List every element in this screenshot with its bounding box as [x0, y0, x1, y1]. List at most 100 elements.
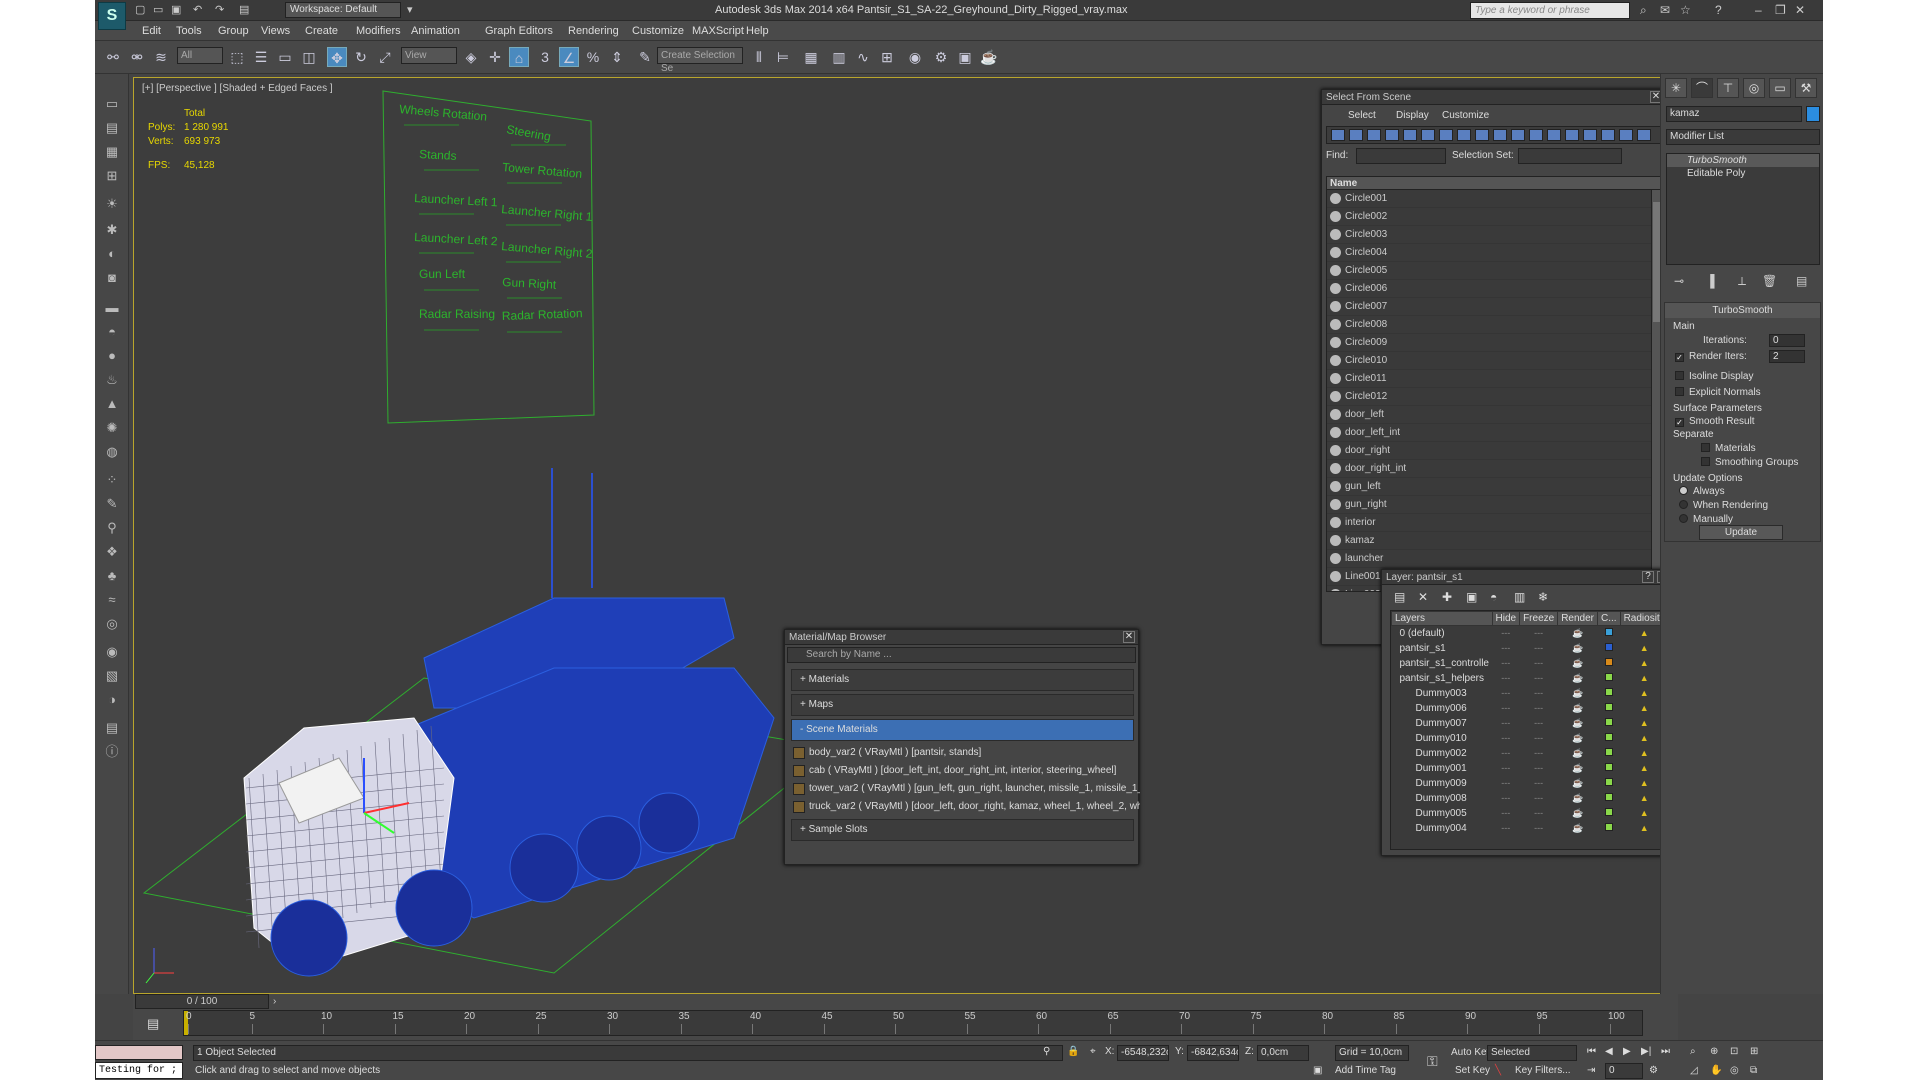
configure-sets-icon[interactable]: ▤: [1796, 274, 1807, 288]
utilities-tab-icon[interactable]: ⚒: [1795, 78, 1817, 98]
angle-snap-icon[interactable]: ∠: [559, 47, 579, 67]
hide-toggle[interactable]: ---: [1501, 673, 1510, 683]
hair-icon[interactable]: ≈: [101, 590, 123, 610]
menu-graph-editors[interactable]: Graph Editors: [485, 25, 553, 37]
favorites-star-icon[interactable]: ☆: [1680, 3, 1691, 17]
render-iters-spinner[interactable]: 2: [1769, 350, 1805, 363]
z-coord-field[interactable]: 0,0cm: [1257, 1045, 1309, 1061]
scene-object-item[interactable]: Circle009: [1327, 334, 1663, 352]
frame-ruler[interactable]: 0 5 10 15 20 25 30 35 40 45 50 55 60 65 70 75 80 85 90 95 10…: [183, 1010, 1643, 1036]
rig-label-launcher-left-1[interactable]: Launcher Left 1: [414, 191, 498, 209]
track-view-icon[interactable]: ▦: [101, 142, 123, 162]
hide-toggle[interactable]: ---: [1501, 643, 1510, 653]
select-and-scale-icon[interactable]: ⤢: [375, 47, 395, 67]
key-mode-dropdown[interactable]: Selected: [1487, 1045, 1577, 1061]
freeze-toggle[interactable]: ---: [1534, 718, 1543, 728]
grid-icon[interactable]: ⊞: [101, 166, 123, 186]
layer-column-header[interactable]: Render: [1557, 611, 1599, 626]
render-toggle-icon[interactable]: ☕: [1572, 688, 1583, 698]
select-in-layer-icon[interactable]: ▣: [1466, 590, 1477, 604]
wheel-1[interactable]: [270, 899, 348, 977]
update-always-radio[interactable]: Always: [1679, 486, 1725, 497]
next-frame-icon[interactable]: ›: [273, 996, 276, 1007]
tree-icon[interactable]: ♣: [101, 566, 123, 586]
filter-bones-icon[interactable]: [1475, 129, 1489, 141]
key-filters-button[interactable]: Key Filters...: [1515, 1065, 1571, 1076]
freeze-toggle[interactable]: ---: [1534, 658, 1543, 668]
link-icon[interactable]: ⚯: [103, 47, 123, 67]
radiosity-toggle-icon[interactable]: ▲: [1640, 688, 1649, 698]
close-icon[interactable]: ✕: [1795, 3, 1805, 17]
freeze-all-icon[interactable]: ❄: [1538, 590, 1548, 604]
scene-object-item[interactable]: gun_right: [1327, 496, 1663, 514]
scene-object-item[interactable]: Circle001: [1327, 190, 1663, 208]
wheel-3[interactable]: [509, 833, 579, 903]
layer-row[interactable]: Dummy005 --- --- ☕ ▲: [1391, 805, 1665, 821]
layers-stack-icon[interactable]: ▤: [101, 718, 123, 738]
select-by-name-icon[interactable]: ☰: [251, 47, 271, 67]
render-production-icon[interactable]: ☕: [979, 47, 999, 67]
create-tab-icon[interactable]: ✳: [1665, 78, 1687, 98]
add-time-tag[interactable]: Add Time Tag: [1335, 1065, 1396, 1076]
color-swatch[interactable]: [1604, 747, 1613, 756]
go-to-end-icon[interactable]: ⏭: [1661, 1046, 1670, 1057]
modifier-list-dropdown[interactable]: Modifier List: [1666, 129, 1820, 145]
hide-all-icon[interactable]: ▥: [1514, 590, 1525, 604]
freeze-toggle[interactable]: ---: [1534, 703, 1543, 713]
menu-rendering[interactable]: Rendering: [568, 25, 619, 37]
filter-lights-icon[interactable]: [1367, 129, 1381, 141]
color-swatch[interactable]: [1604, 642, 1613, 651]
plane-icon[interactable]: ▬: [101, 298, 123, 318]
select-manipulate-icon[interactable]: ✛: [485, 47, 505, 67]
radiosity-toggle-icon[interactable]: ▲: [1640, 808, 1649, 818]
ambient-occlusion-icon[interactable]: ◑: [101, 690, 123, 710]
time-slider[interactable]: 0 / 100: [135, 994, 269, 1009]
filter-groups-icon[interactable]: [1439, 129, 1453, 141]
color-swatch[interactable]: [1604, 777, 1613, 786]
scene-material-item[interactable]: truck_var2 ( VRayMtl ) [door_left, door_…: [785, 798, 1140, 816]
filter-helpers-icon[interactable]: [1403, 129, 1417, 141]
scene-object-item[interactable]: interior: [1327, 514, 1663, 532]
curve-editor-icon[interactable]: ∿: [853, 47, 873, 67]
sample-slots-group[interactable]: + Sample Slots: [791, 819, 1134, 841]
filter-xrefs-icon[interactable]: [1457, 129, 1471, 141]
menu-maxscript[interactable]: MAXScript: [692, 25, 744, 37]
maxscript-output[interactable]: Testing for ;: [95, 1062, 183, 1079]
layer-row[interactable]: 0 (default) --- --- ☕ ▲: [1391, 625, 1665, 641]
make-unique-icon[interactable]: ⟂: [1738, 274, 1746, 289]
render-setup-icon[interactable]: ⚙: [931, 47, 951, 67]
color-swatch[interactable]: [1604, 807, 1613, 816]
delete-layer-icon[interactable]: ✕: [1418, 590, 1428, 604]
keyboard-shortcut-override-icon[interactable]: ⌂: [509, 47, 529, 67]
filter-shapes-icon[interactable]: [1349, 129, 1363, 141]
menu-views[interactable]: Views: [261, 25, 290, 37]
container-icon[interactable]: ▭: [101, 94, 123, 114]
rig-label-wheels-rotation[interactable]: Wheels Rotation: [399, 102, 488, 124]
render-toggle-icon[interactable]: ☕: [1572, 658, 1583, 668]
render-toggle-icon[interactable]: ☕: [1572, 703, 1583, 713]
freeze-toggle[interactable]: ---: [1534, 643, 1543, 653]
menu-help[interactable]: Help: [746, 25, 769, 37]
hide-toggle[interactable]: ---: [1501, 778, 1510, 788]
layer-column-header[interactable]: Layers: [1391, 611, 1493, 626]
color-swatch[interactable]: [1604, 702, 1613, 711]
rig-label-launcher-right-1[interactable]: Launcher Right 1: [501, 202, 594, 224]
color-swatch[interactable]: [1604, 822, 1613, 831]
hide-toggle[interactable]: ---: [1501, 703, 1510, 713]
bone-icon[interactable]: ⚲: [101, 518, 123, 538]
time-configuration-icon[interactable]: ⚙: [1649, 1065, 1658, 1076]
isoline-display-checkbox[interactable]: Isoline Display: [1675, 371, 1753, 382]
mini-curve-editor-icon[interactable]: ▤: [147, 1016, 159, 1032]
zoom-extents-icon[interactable]: ⊡: [1730, 1046, 1738, 1057]
smooth-result-checkbox[interactable]: ✓ Smooth Result: [1675, 416, 1755, 427]
render-toggle-icon[interactable]: ☕: [1572, 643, 1583, 653]
render-toggle-icon[interactable]: ☕: [1572, 628, 1583, 638]
freeze-toggle[interactable]: ---: [1534, 823, 1543, 833]
select-and-rotate-icon[interactable]: ↻: [351, 47, 371, 67]
wheel-4[interactable]: [576, 815, 642, 881]
menu-animation[interactable]: Animation: [411, 25, 460, 37]
viewport-icon[interactable]: ▧: [101, 666, 123, 686]
render-toggle-icon[interactable]: ☕: [1572, 748, 1583, 758]
close-icon[interactable]: ✕: [1123, 631, 1135, 643]
binoculars-icon[interactable]: ⌕: [1640, 3, 1647, 18]
